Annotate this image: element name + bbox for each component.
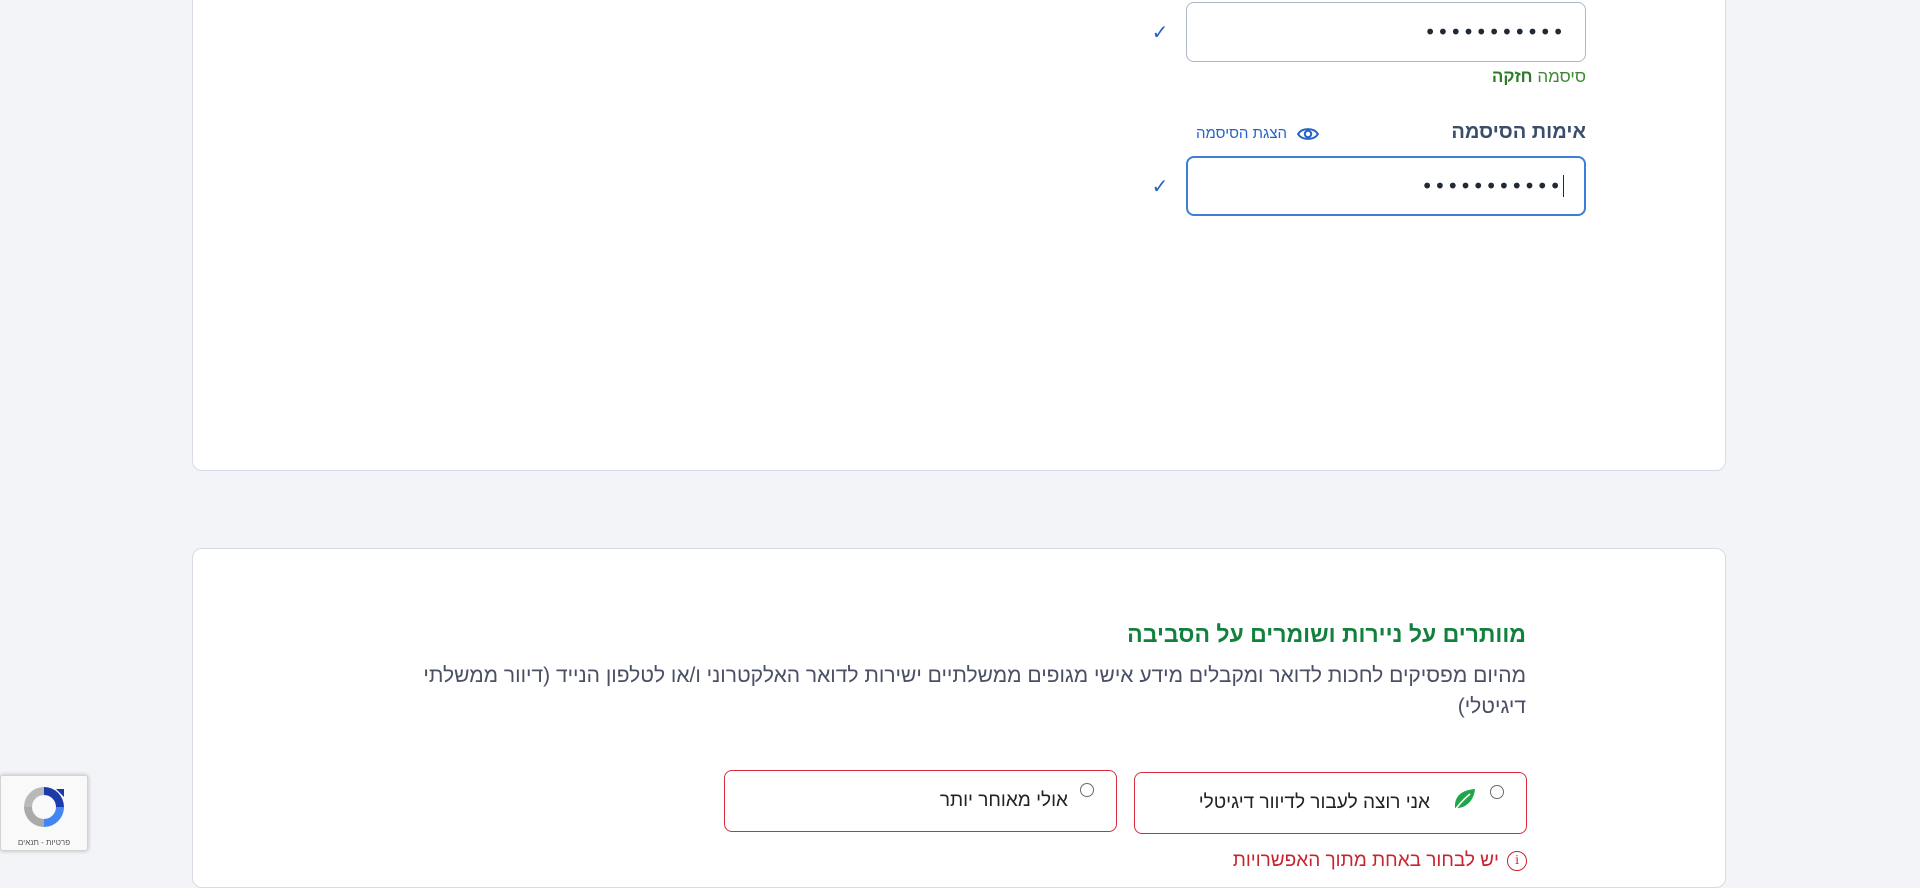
option-maybe-later-label: אולי מאוחר יותר: [939, 790, 1068, 811]
recaptcha-links[interactable]: פרטיות - תנאים: [1, 838, 87, 847]
option-error-message: i יש לבחור באחת מתוך האפשרויות: [1233, 850, 1527, 872]
confirm-valid-check-icon: ✓: [1151, 174, 1169, 198]
option-maybe-later[interactable]: אולי מאוחר יותר: [724, 770, 1117, 832]
password-valid-check-icon: ✓: [1151, 20, 1169, 44]
recaptcha-badge[interactable]: פרטיות - תנאים: [0, 775, 88, 851]
show-password-label: הצגת הסיסמה: [1196, 125, 1287, 142]
password-strength: סיסמה חזקה: [1492, 67, 1586, 87]
strength-prefix: סיסמה: [1537, 67, 1586, 86]
digital-mail-title: מוותרים על ניירות ושומרים על הסביבה: [1127, 621, 1526, 647]
radio-maybe-later[interactable]: [1080, 783, 1094, 797]
recaptcha-logo-icon: [20, 783, 68, 836]
confirm-password-input[interactable]: •••••••••••: [1186, 156, 1586, 216]
eye-icon: [1297, 126, 1319, 142]
strength-value: חזקה: [1491, 67, 1533, 86]
leaf-icon: [1450, 787, 1478, 820]
option-digital-mail[interactable]: אני רוצה לעבור לדיוור דיגיטלי: [1134, 772, 1527, 834]
error-text: יש לבחור באחת מתוך האפשרויות: [1232, 850, 1499, 871]
show-password-toggle[interactable]: הצגת הסיסמה: [1196, 125, 1319, 142]
error-info-icon: i: [1507, 851, 1527, 871]
digital-mail-intro: מהיום מפסיקים לחכות לדואר ומקבלים מידע א…: [423, 664, 1526, 718]
password-input[interactable]: •••••••••••: [1186, 2, 1586, 62]
radio-digital-mail[interactable]: [1490, 785, 1504, 799]
confirm-password-label: אימות הסיסמה: [1451, 121, 1586, 143]
option-digital-mail-label: אני רוצה לעבור לדיוור דיגיטלי: [1198, 792, 1430, 813]
